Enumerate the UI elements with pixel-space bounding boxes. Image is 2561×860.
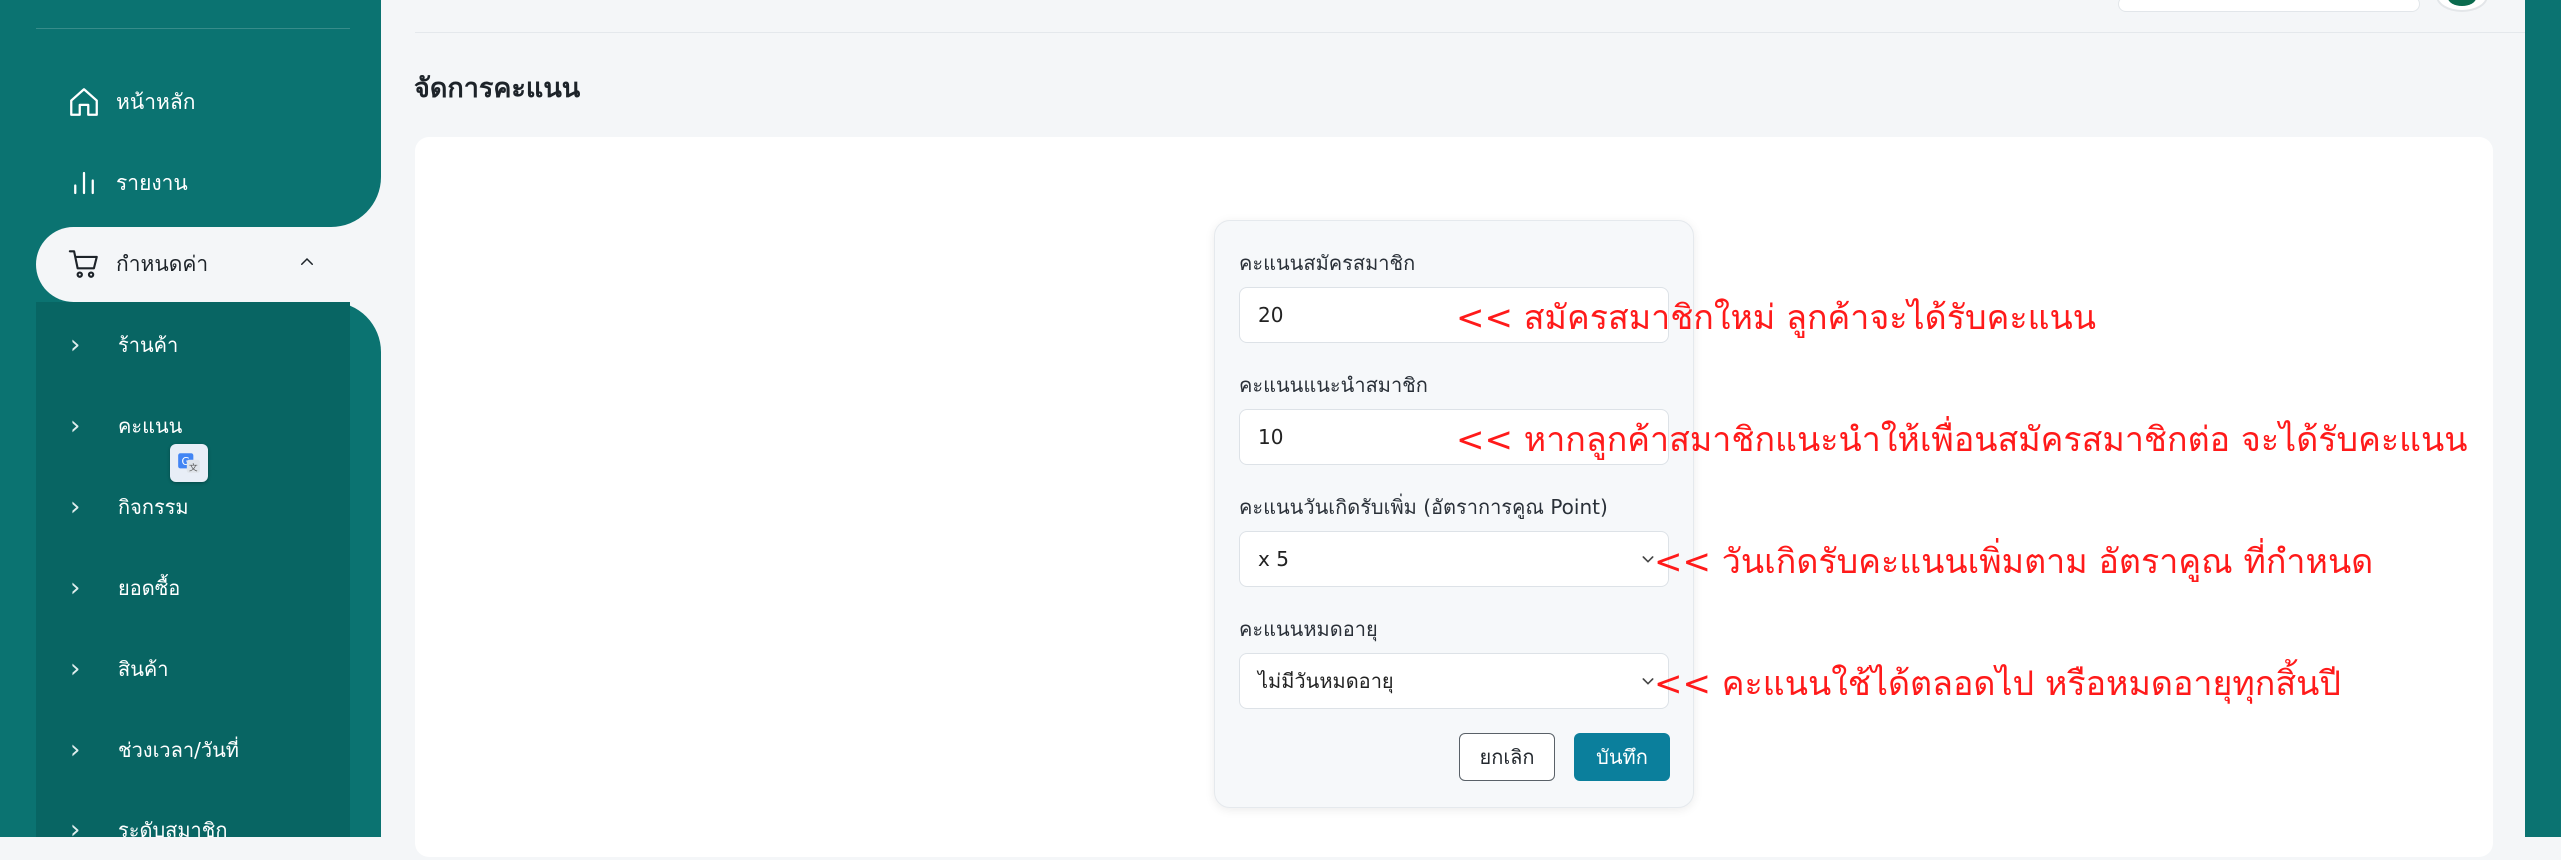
svg-text:文: 文 — [189, 462, 198, 474]
sidebar-item-label: รายงาน — [116, 170, 188, 195]
save-button[interactable]: บันทึก — [1574, 733, 1670, 781]
sidebar-divider — [36, 28, 350, 29]
chevron-up-icon[interactable] — [298, 252, 316, 276]
home-icon — [66, 84, 102, 120]
topbar-divider — [415, 32, 2525, 33]
submenu-label: สินค้า — [118, 657, 169, 681]
sidebar-item-label: กำหนดค่า — [116, 251, 209, 276]
chevron-right-icon: › — [70, 815, 81, 845]
birthday-multiplier-select[interactable]: x 5 — [1239, 531, 1669, 587]
chevron-right-icon: › — [70, 735, 81, 765]
submenu-label: ยอดซื้อ — [118, 576, 181, 600]
annotation-birthday: << วันเกิดรับคะแนนเพิ่มตาม อัตราคูณ ที่ก… — [1654, 542, 2374, 582]
birthday-points-label: คะแนนวันเกิดรับเพิ่ม (อัตราการคูณ Point) — [1239, 495, 1608, 519]
bar-chart-icon — [66, 165, 102, 201]
sidebar-item-label: หน้าหลัก — [116, 89, 196, 114]
select-value: ไม่มีวันหมดอายุ — [1258, 669, 1394, 693]
points-expiry-select[interactable]: ไม่มีวันหมดอายุ — [1239, 653, 1669, 709]
submenu-label: ช่วงเวลา/วันที่ — [118, 738, 239, 762]
submenu-item-purchases[interactable]: › ยอดซื้อ — [36, 558, 350, 618]
chevron-right-icon: › — [70, 654, 81, 684]
submenu-label: ระดับสมาชิก — [118, 818, 228, 842]
submenu-label: ร้านค้า — [118, 333, 179, 357]
chevron-right-icon: › — [70, 411, 81, 441]
chevron-right-icon: › — [70, 573, 81, 603]
submenu-item-store[interactable]: › ร้านค้า — [36, 315, 350, 375]
submenu-item-member-level[interactable]: › ระดับสมาชิก — [36, 800, 350, 860]
topbar-search-box[interactable] — [2118, 0, 2420, 12]
submenu-label: กิจกรรม — [118, 495, 189, 519]
points-expiry-label: คะแนนหมดอายุ — [1239, 617, 1378, 641]
cancel-button[interactable]: ยกเลิก — [1459, 733, 1555, 781]
avatar[interactable] — [2436, 0, 2488, 12]
sidebar: หน้าหลัก รายงาน กำหนดค่า › ร้านค้า › คะแ… — [0, 0, 381, 843]
referral-points-label: คะแนนแนะนำสมาชิก — [1239, 373, 1428, 397]
select-value: x 5 — [1258, 547, 1289, 571]
chevron-right-icon: › — [70, 492, 81, 522]
sidebar-item-home[interactable]: หน้าหลัก — [36, 62, 381, 142]
active-curve — [330, 177, 381, 227]
submenu-item-products[interactable]: › สินค้า — [36, 639, 350, 699]
signup-points-label: คะแนนสมัครสมาชิก — [1239, 251, 1416, 275]
chevron-down-icon — [1640, 670, 1654, 685]
submenu-item-activities[interactable]: › กิจกรรม — [36, 477, 350, 537]
annotation-signup: << สมัครสมาชิกใหม่ ลูกค้าจะได้รับคะแนน — [1456, 298, 2096, 338]
page-title: จัดการคะแนน — [414, 73, 581, 104]
google-translate-icon[interactable]: G 文 — [170, 444, 208, 482]
annotation-expiry: << คะแนนใช้ได้ตลอดไป หรือหมดอายุทุกสิ้นป… — [1654, 664, 2341, 704]
annotation-referral: << หากลูกค้าสมาชิกแนะนำให้เพื่อนสมัครสมา… — [1456, 420, 2468, 460]
submenu-label: คะแนน — [118, 414, 183, 438]
chevron-right-icon: › — [70, 330, 81, 360]
sidebar-item-settings[interactable]: กำหนดค่า — [36, 224, 381, 304]
right-edge-strip — [2525, 0, 2561, 837]
chevron-down-icon — [1640, 548, 1654, 563]
cart-icon — [66, 246, 102, 282]
submenu-item-period[interactable]: › ช่วงเวลา/วันที่ — [36, 720, 350, 780]
